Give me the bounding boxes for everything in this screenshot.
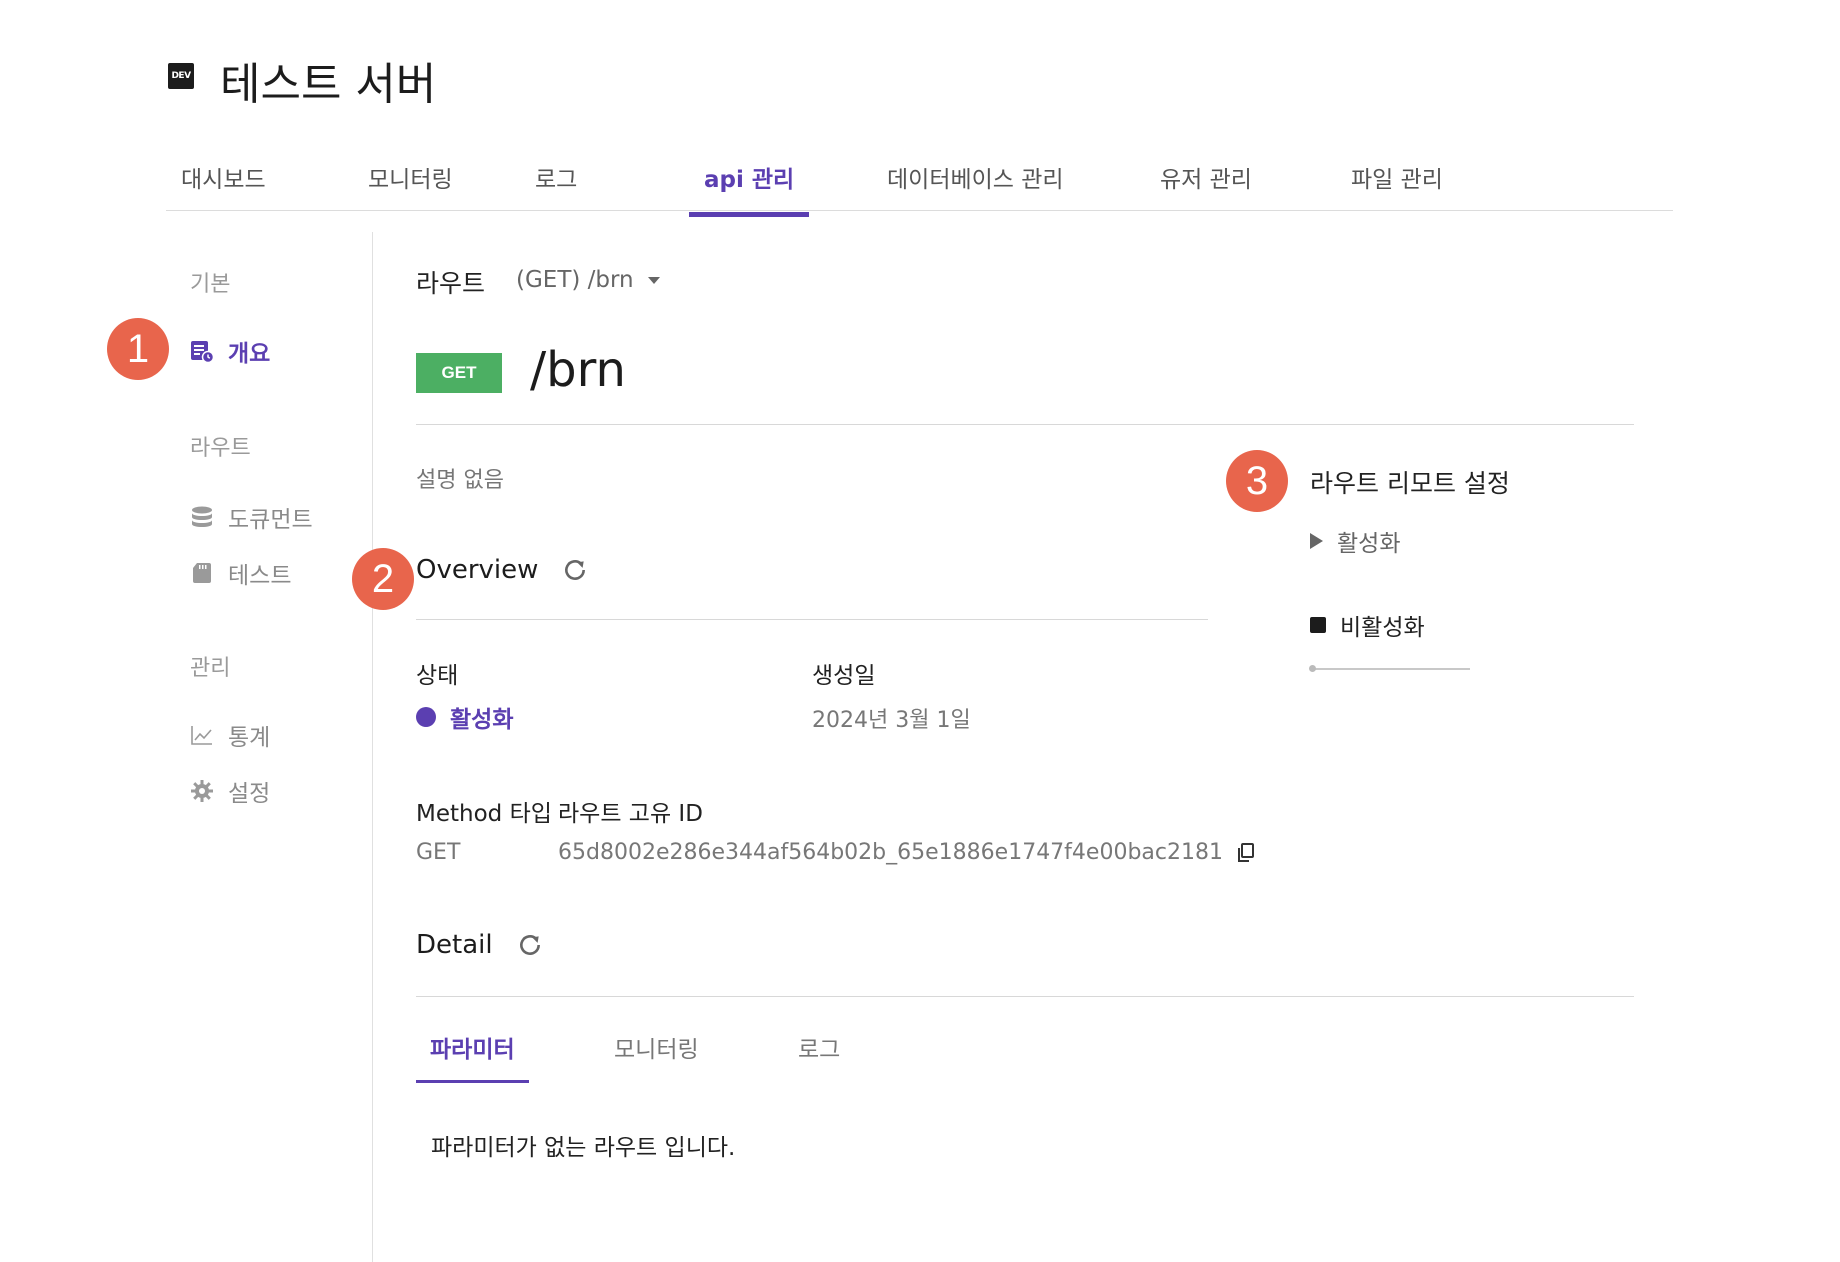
annotation-marker-1: 1 bbox=[107, 318, 169, 380]
nav-monitoring[interactable]: 모니터링 bbox=[353, 160, 468, 212]
sidebar-item-label: 개요 bbox=[228, 341, 271, 367]
gear-icon bbox=[190, 779, 214, 803]
sidebar-item-label: 설정 bbox=[228, 781, 271, 807]
divider bbox=[416, 424, 1634, 425]
annotation-marker-2: 2 bbox=[352, 548, 414, 610]
route-path-title: /brn bbox=[530, 342, 626, 398]
sidebar-item-overview[interactable]: 개요 bbox=[190, 334, 270, 368]
method-type-label: Method 타입 bbox=[416, 801, 552, 827]
route-id-label: 라우트 고유 ID bbox=[558, 801, 703, 827]
sidebar-group-route: 라우트 bbox=[190, 436, 251, 461]
nav-database-management[interactable]: 데이터베이스 관리 bbox=[872, 160, 1079, 212]
dev-env-icon: DEV bbox=[168, 63, 194, 89]
sidebar-item-label: 도큐먼트 bbox=[228, 507, 313, 533]
play-icon bbox=[1310, 533, 1323, 549]
sidebar-item-test[interactable]: 테스트 bbox=[190, 556, 291, 590]
method-type-value: GET bbox=[416, 840, 461, 865]
method-badge: GET bbox=[416, 353, 502, 393]
route-id-value: 65d8002e286e344af564b02b_65e1886e1747f4e… bbox=[558, 840, 1223, 865]
top-nav: 대시보드 모니터링 로그 api 관리 데이터베이스 관리 유저 관리 파일 관… bbox=[166, 150, 1673, 217]
route-description: 설명 없음 bbox=[416, 468, 504, 493]
created-label: 생성일 bbox=[812, 663, 876, 689]
remote-settings-title: 라우트 리모트 설정 bbox=[1310, 469, 1510, 498]
refresh-icon[interactable] bbox=[562, 557, 588, 583]
sd-card-icon bbox=[190, 561, 214, 585]
route-id-row: 65d8002e286e344af564b02b_65e1886e1747f4e… bbox=[558, 840, 1255, 865]
sidebar-item-label: 테스트 bbox=[228, 563, 292, 589]
page-title: 테스트 서버 bbox=[220, 59, 437, 110]
remote-slider-handle[interactable] bbox=[1309, 665, 1316, 672]
overview-heading: Overview bbox=[416, 555, 588, 585]
activate-option[interactable]: 활성화 bbox=[1310, 524, 1400, 558]
sidebar-item-documents[interactable]: 도큐먼트 bbox=[190, 500, 313, 534]
tab-monitoring[interactable]: 모니터링 bbox=[600, 1030, 713, 1080]
created-value: 2024년 3월 1일 bbox=[812, 708, 971, 733]
sidebar-group-basic: 기본 bbox=[190, 272, 231, 297]
status-text: 활성화 bbox=[450, 707, 514, 733]
nav-file-management[interactable]: 파일 관리 bbox=[1336, 160, 1458, 212]
refresh-icon[interactable] bbox=[517, 932, 543, 958]
deactivate-option[interactable]: 비활성화 bbox=[1310, 608, 1425, 642]
parameters-empty-message: 파라미터가 없는 라우트 입니다. bbox=[431, 1135, 736, 1161]
detail-tabs: 파라미터 모니터링 로그 bbox=[416, 1030, 1116, 1083]
database-icon bbox=[190, 505, 214, 529]
overview-icon bbox=[190, 339, 214, 363]
divider bbox=[416, 996, 1634, 997]
nav-dashboard[interactable]: 대시보드 bbox=[166, 160, 281, 212]
detail-title: Detail bbox=[416, 930, 493, 960]
detail-heading: Detail bbox=[416, 930, 543, 960]
stop-icon bbox=[1310, 617, 1326, 633]
chevron-down-icon bbox=[647, 276, 660, 284]
route-select[interactable]: (GET) /brn bbox=[516, 267, 660, 293]
nav-api-management[interactable]: api 관리 bbox=[689, 160, 810, 217]
sidebar-item-statistics[interactable]: 통계 bbox=[190, 718, 270, 752]
status-value: 활성화 bbox=[416, 700, 513, 734]
divider bbox=[416, 619, 1208, 620]
copy-icon[interactable] bbox=[1237, 842, 1255, 863]
status-dot bbox=[416, 707, 436, 727]
activate-label: 활성화 bbox=[1337, 531, 1401, 557]
deactivate-label: 비활성화 bbox=[1340, 615, 1425, 641]
sidebar-item-label: 통계 bbox=[228, 725, 271, 751]
remote-slider-track[interactable] bbox=[1312, 668, 1470, 670]
chart-icon bbox=[190, 723, 214, 747]
sidebar-divider bbox=[372, 232, 373, 1262]
sidebar-item-settings[interactable]: 설정 bbox=[190, 774, 270, 808]
tab-parameters[interactable]: 파라미터 bbox=[416, 1030, 529, 1083]
nav-logs[interactable]: 로그 bbox=[520, 160, 592, 212]
sidebar-group-manage: 관리 bbox=[190, 656, 231, 681]
status-label: 상태 bbox=[416, 663, 459, 689]
tab-logs[interactable]: 로그 bbox=[784, 1030, 854, 1080]
annotation-marker-3: 3 bbox=[1226, 450, 1288, 512]
nav-user-management[interactable]: 유저 관리 bbox=[1145, 160, 1267, 212]
route-select-value: (GET) /brn bbox=[516, 267, 634, 293]
overview-title: Overview bbox=[416, 555, 539, 585]
route-label: 라우트 bbox=[416, 269, 486, 298]
